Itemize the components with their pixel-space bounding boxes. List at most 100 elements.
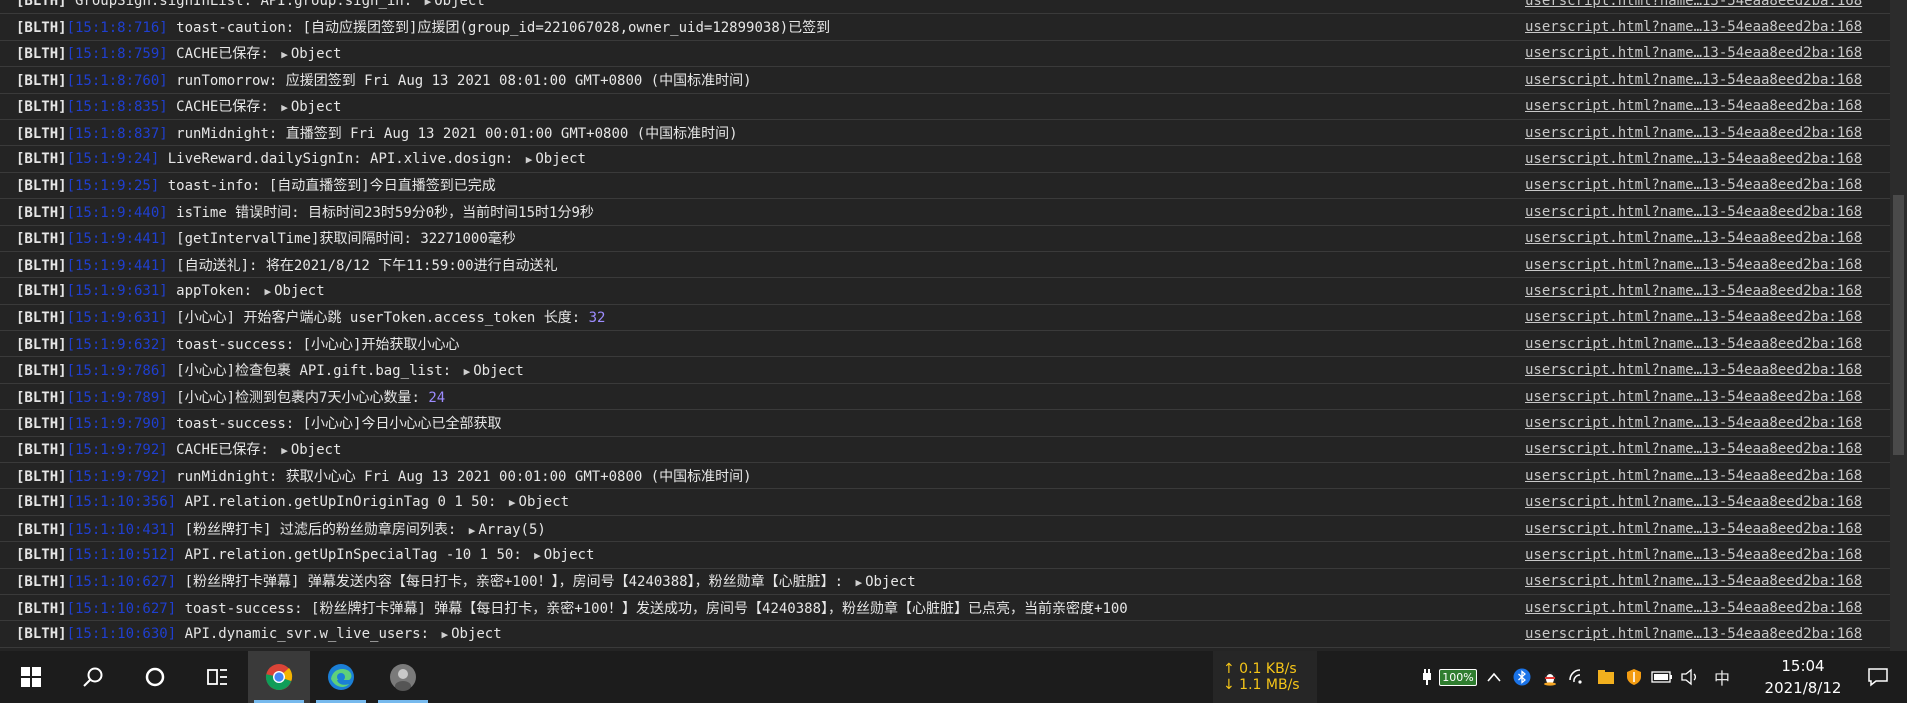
clock-time: 15:04	[1781, 657, 1825, 675]
log-source-link[interactable]: userscript.html?name…13-54eaa8eed2ba:168	[1525, 621, 1862, 646]
expand-triangle-icon[interactable]: ▶	[855, 576, 862, 589]
log-object-preview[interactable]: Object	[535, 151, 586, 167]
log-object-preview[interactable]: Object	[865, 574, 916, 590]
log-source-link[interactable]: userscript.html?name…13-54eaa8eed2ba:168	[1525, 463, 1862, 488]
log-source-link[interactable]: userscript.html?name…13-54eaa8eed2ba:168	[1525, 226, 1862, 251]
log-tag: [BLTH]	[16, 99, 67, 116]
log-source-link[interactable]: userscript.html?name…13-54eaa8eed2ba:168	[1525, 384, 1862, 409]
log-source-link[interactable]: userscript.html?name…13-54eaa8eed2ba:168	[1525, 199, 1862, 224]
task-view-icon[interactable]	[186, 651, 248, 703]
log-object-preview[interactable]: Array(5)	[478, 522, 545, 538]
notification-center-icon[interactable]	[1848, 651, 1907, 703]
log-source-link[interactable]: userscript.html?name…13-54eaa8eed2ba:168	[1525, 357, 1862, 382]
avatar-app-icon[interactable]	[372, 651, 434, 703]
system-tray: 100% 中	[1418, 651, 1740, 703]
log-tag: [BLTH]	[16, 468, 67, 485]
power-plug-icon[interactable]	[1418, 651, 1436, 703]
log-object-preview[interactable]: Object	[274, 283, 325, 299]
log-timestamp: [15:1:9:440]	[66, 204, 168, 221]
log-number: 24	[428, 389, 446, 406]
expand-triangle-icon[interactable]: ▶	[534, 549, 541, 562]
clock-date: 2021/8/12	[1764, 679, 1842, 697]
expand-triangle-icon[interactable]: ▶	[464, 365, 471, 378]
log-tag: [BLTH]	[16, 282, 67, 299]
log-object-preview[interactable]: Object	[473, 363, 524, 379]
log-source-link[interactable]: userscript.html?name…13-54eaa8eed2ba:168	[1525, 67, 1862, 92]
edge-icon[interactable]	[310, 651, 372, 703]
console-scrollbar[interactable]	[1890, 0, 1907, 651]
log-object-preview[interactable]: Object	[291, 99, 342, 115]
log-source-link[interactable]: userscript.html?name…13-54eaa8eed2ba:168	[1525, 489, 1862, 514]
expand-triangle-icon[interactable]: ▶	[441, 628, 448, 641]
log-source-link[interactable]: userscript.html?name…13-54eaa8eed2ba:168	[1525, 14, 1862, 39]
log-tag: [BLTH]	[16, 363, 67, 380]
log-tag: [BLTH]	[16, 0, 67, 9]
console-log-row: [BLTH][15:1:9:792] CACHE已保存: ▶ Object user…	[0, 437, 1890, 464]
log-source-link[interactable]: userscript.html?name…13-54eaa8eed2ba:168	[1525, 278, 1862, 303]
log-source-link[interactable]: userscript.html?name…13-54eaa8eed2ba:168	[1525, 595, 1862, 620]
expand-triangle-icon[interactable]: ▶	[469, 524, 476, 537]
log-source-link[interactable]: userscript.html?name…13-54eaa8eed2ba:168	[1525, 146, 1862, 171]
log-source-link[interactable]: userscript.html?name…13-54eaa8eed2ba:168	[1525, 542, 1862, 567]
chevron-up-icon[interactable]	[1480, 651, 1508, 703]
log-text: [小心心]检查包裹 API.gift.bag_list:	[176, 363, 460, 380]
console-log-row: [BLTH][15:1:9:631] appToken: ▶ Object user…	[0, 278, 1890, 305]
log-source-link[interactable]: userscript.html?name…13-54eaa8eed2ba:168	[1525, 516, 1862, 541]
console-log-row: [BLTH][15:1:9:789] [小心心]检测到包裹内7天小心心数量: 2…	[0, 384, 1890, 411]
log-object-preview[interactable]: Object	[544, 547, 595, 563]
chrome-icon[interactable]	[248, 651, 310, 703]
log-object-preview[interactable]: Object	[519, 494, 570, 510]
folder-icon[interactable]	[1592, 651, 1620, 703]
expand-triangle-icon[interactable]: ▶	[281, 48, 288, 61]
console-log-row: [BLTH] GroupSign.signInList: API.group.s…	[0, 0, 1890, 15]
input-method-indicator[interactable]: 中	[1704, 651, 1740, 703]
log-source-link[interactable]: userscript.html?name…13-54eaa8eed2ba:168	[1525, 173, 1862, 198]
expand-triangle-icon[interactable]: ▶	[526, 153, 533, 166]
taskbar: ↑ 0.1 KB/s ↓ 1.1 MB/s 100% 中 15:04 2021/…	[0, 651, 1907, 703]
console-log-row: [BLTH][15:1:8:760] runTomorrow: 应援团签到 Fr…	[0, 67, 1890, 94]
log-source-link[interactable]: userscript.html?name…13-54eaa8eed2ba:168	[1525, 41, 1862, 66]
log-source-link[interactable]: userscript.html?name…13-54eaa8eed2ba:168	[1525, 120, 1862, 145]
log-source-link[interactable]: userscript.html?name…13-54eaa8eed2ba:168	[1525, 569, 1862, 594]
log-timestamp: [15:1:8:759]	[66, 46, 168, 63]
log-source-link[interactable]: userscript.html?name…13-54eaa8eed2ba:168	[1525, 0, 1862, 13]
log-source-link[interactable]: userscript.html?name…13-54eaa8eed2ba:168	[1525, 252, 1862, 277]
security-shield-icon[interactable]	[1620, 651, 1648, 703]
log-object-preview[interactable]: Object	[451, 626, 502, 642]
system-clock[interactable]: 15:04 2021/8/12	[1758, 651, 1848, 703]
qq-penguin-icon[interactable]	[1536, 651, 1564, 703]
log-tag: [BLTH]	[16, 151, 67, 168]
log-object-preview[interactable]: Object	[291, 442, 342, 458]
expand-triangle-icon[interactable]: ▶	[281, 444, 288, 457]
devtools-console: [BLTH] GroupSign.signInList: API.group.s…	[0, 0, 1890, 651]
log-timestamp: [15:1:9:441]	[66, 257, 168, 274]
wifi-icon[interactable]	[1564, 651, 1592, 703]
battery-icon[interactable]: 100%	[1436, 651, 1480, 703]
log-object-preview[interactable]: Object	[291, 46, 342, 62]
log-source-link[interactable]: userscript.html?name…13-54eaa8eed2ba:168	[1525, 305, 1862, 330]
network-speed-widget: ↑ 0.1 KB/s ↓ 1.1 MB/s	[1213, 651, 1317, 703]
log-tag: [BLTH]	[16, 546, 67, 563]
scrollbar-thumb[interactable]	[1893, 195, 1904, 455]
log-text: toast-info: [自动直播签到]今日直播签到已完成	[167, 178, 496, 195]
log-object-preview[interactable]: Object	[434, 0, 485, 9]
log-text: runTomorrow: 应援团签到 Fri Aug 13 2021 08:01…	[176, 72, 752, 89]
log-text: [小心心] 开始客户端心跳 userToken.access_token 长度:	[176, 310, 589, 327]
battery-status-icon[interactable]	[1648, 651, 1676, 703]
cortana-icon[interactable]	[124, 651, 186, 703]
bluetooth-icon[interactable]	[1508, 651, 1536, 703]
log-source-link[interactable]: userscript.html?name…13-54eaa8eed2ba:168	[1525, 331, 1862, 356]
expand-triangle-icon[interactable]: ▶	[425, 0, 432, 8]
windows-start-icon[interactable]	[0, 651, 62, 703]
expand-triangle-icon[interactable]: ▶	[281, 101, 288, 114]
expand-triangle-icon[interactable]: ▶	[509, 496, 516, 509]
console-log-row: [BLTH][15:1:8:835] CACHE已保存: ▶ Object user…	[0, 94, 1890, 120]
expand-triangle-icon[interactable]: ▶	[264, 285, 271, 298]
console-log-row: [BLTH][15:1:10:627] toast-success: [粉丝牌打…	[0, 595, 1890, 622]
log-tag: [BLTH]	[16, 389, 67, 406]
log-source-link[interactable]: userscript.html?name…13-54eaa8eed2ba:168	[1525, 94, 1862, 119]
search-icon[interactable]	[62, 651, 124, 703]
log-source-link[interactable]: userscript.html?name…13-54eaa8eed2ba:168	[1525, 437, 1862, 462]
log-source-link[interactable]: userscript.html?name…13-54eaa8eed2ba:168	[1525, 410, 1862, 435]
volume-icon[interactable]	[1676, 651, 1704, 703]
